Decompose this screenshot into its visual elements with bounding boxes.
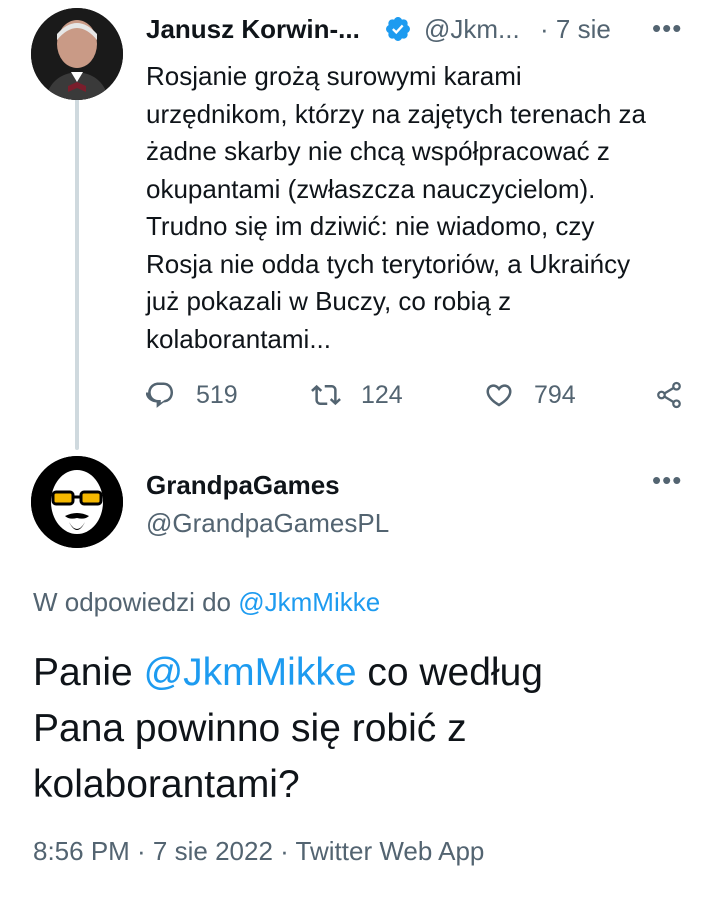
reply-text-line: kolaborantami?: [33, 763, 300, 806]
retweet-button[interactable]: 124: [311, 380, 403, 410]
verified-badge-icon: [384, 15, 412, 48]
share-button[interactable]: [654, 380, 684, 410]
tweet-text-line: urzędnikom, którzy na zajętych terenach …: [146, 98, 647, 129]
tweet-timestamp[interactable]: · 7 sie: [540, 14, 611, 45]
more-icon[interactable]: •••: [652, 15, 682, 41]
tweet-text-line: Rosja nie odda tych terytoriów, a Ukraiń…: [146, 248, 631, 279]
mention-link[interactable]: @JkmMikke: [144, 651, 357, 694]
tweet-text: Rosjanie grożą surowymi karami urzędniko…: [146, 58, 701, 358]
time-label: 7 sie: [555, 14, 611, 44]
replying-to-mention[interactable]: @JkmMikke: [238, 587, 380, 617]
tweet-action-bar: 519 124 794: [146, 380, 706, 416]
avatar-grandpagames[interactable]: [31, 456, 123, 548]
like-count: 794: [534, 380, 576, 409]
avatar-cartoon-icon: [31, 456, 123, 548]
tweet-text-line: już pokazali w Buczy, co robią z: [146, 286, 512, 316]
reply-count: 519: [196, 380, 238, 409]
reply-text-prefix: Panie: [33, 651, 144, 694]
author-handle[interactable]: @Jkm...: [424, 14, 520, 45]
thread-connector-line: [75, 95, 79, 450]
tweet-text-line: okupantami (zwłaszcza nauczycielom).: [146, 173, 596, 204]
separator-dot: ·: [540, 14, 549, 44]
tweet-text-line: kolaborantami...: [146, 323, 331, 354]
reply-icon: [146, 382, 174, 408]
replying-to-label: W odpowiedzi do: [33, 587, 239, 617]
retweet-icon: [311, 384, 341, 406]
share-icon: [657, 381, 681, 409]
like-button[interactable]: 794: [484, 380, 576, 410]
author-name[interactable]: Janusz Korwin-...: [146, 14, 360, 45]
reply-text-line: Panie @JkmMikke co według: [33, 645, 693, 701]
reply-author-name[interactable]: GrandpaGames: [146, 470, 340, 501]
replying-to-line: W odpowiedzi do @JkmMikke: [33, 587, 380, 618]
reply-tweet-text: Panie @JkmMikke co według Pana powinno s…: [33, 645, 693, 813]
tweet-meta-timestamp[interactable]: 8:56 PM · 7 sie 2022 · Twitter Web App: [33, 836, 484, 867]
more-icon[interactable]: •••: [652, 467, 682, 493]
reply-button[interactable]: 519: [146, 380, 238, 410]
reply-text-suffix: co według: [356, 651, 543, 694]
avatar-janusz[interactable]: [31, 8, 123, 100]
reply-text-line: Pana powinno się robić z: [33, 707, 467, 750]
tweet-text-line: żadne skarby nie chcą współpracować z: [146, 136, 610, 166]
retweet-count: 124: [361, 380, 403, 409]
like-icon: [486, 384, 512, 407]
tweet-text-line: Trudno się im dziwić: nie wiadomo, czy: [146, 211, 595, 241]
tweet-text-line: Rosjanie grożą surowymi karami: [146, 61, 522, 91]
reply-author-handle[interactable]: @GrandpaGamesPL: [146, 508, 389, 539]
avatar-portrait-icon: [31, 8, 123, 100]
